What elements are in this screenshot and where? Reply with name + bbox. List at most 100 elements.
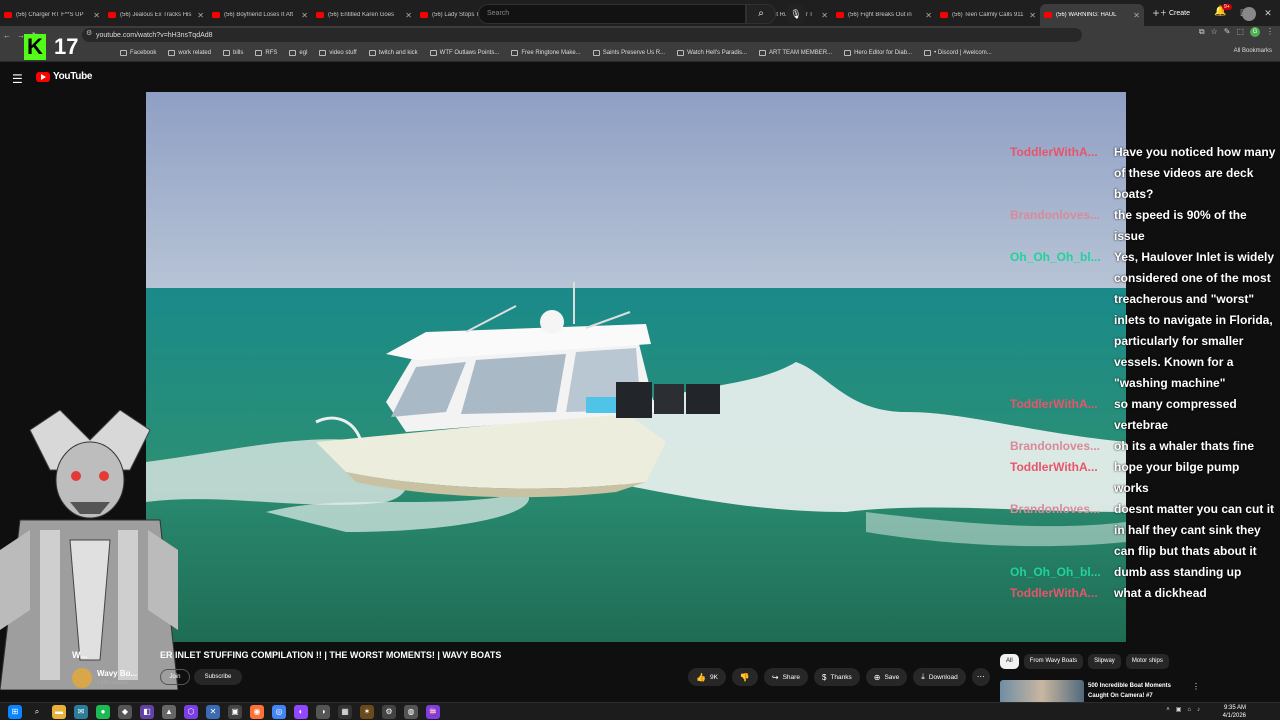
app-icon-2[interactable]: ◆ [118, 705, 132, 719]
app-icon-10[interactable]: ✶ [360, 705, 374, 719]
tab-close-icon[interactable]: ✕ [405, 11, 412, 20]
bookmark-item[interactable]: ART TEAM MEMBER... [759, 49, 832, 56]
bookmark-star-icon[interactable]: ☆ [1211, 27, 1218, 37]
chat-username[interactable]: Brandonloves... [1010, 436, 1114, 457]
extension-icon[interactable]: ✎ [1224, 27, 1231, 37]
bookmark-item[interactable]: work related [168, 49, 211, 56]
install-icon[interactable]: ⧉ [1199, 27, 1205, 37]
tab-close-icon[interactable]: ✕ [925, 11, 932, 20]
filter-chip[interactable]: All [1000, 654, 1019, 669]
join-button[interactable]: Join [160, 669, 190, 685]
chat-username[interactable]: ToddlerWithA... [1010, 583, 1114, 604]
tab-close-icon[interactable]: ✕ [301, 11, 308, 20]
app-icon-5[interactable]: ✕ [206, 705, 220, 719]
dislike-button[interactable]: 👎 [731, 668, 758, 686]
bookmark-item[interactable]: RFS [255, 49, 277, 56]
thanks-button[interactable]: $ Thanks [813, 668, 860, 686]
create-button[interactable]: ＋ Create [1160, 8, 1190, 18]
app-icon-3[interactable]: ▲ [162, 705, 176, 719]
app-icon-6[interactable]: ▣ [228, 705, 242, 719]
firefox-icon[interactable]: ◉ [250, 705, 264, 719]
bookmark-item[interactable]: Facebook [120, 49, 156, 56]
app-icon-1[interactable]: ● [96, 705, 110, 719]
volume-icon[interactable]: ♪ [1197, 707, 1200, 713]
search-input[interactable]: Search [478, 4, 746, 24]
chrome-icon[interactable]: ◎ [272, 705, 286, 719]
profile-avatar-icon[interactable]: G [1250, 27, 1260, 37]
browser-tab[interactable]: (56) Boyfriend Loses It Aft ✕ [208, 4, 312, 26]
menu-kebab-icon[interactable]: ⋮ [1266, 27, 1274, 37]
tab-close-icon[interactable]: ✕ [1133, 11, 1140, 20]
taskbar-clock[interactable]: 9:35 AM 4/1/2026 [1223, 704, 1246, 720]
download-button[interactable]: ⤓ Download [913, 668, 966, 686]
browser-tab[interactable]: (56) Teen Calmly Calls 911 ✕ [936, 4, 1040, 26]
chat-username[interactable]: Brandonloves... [1010, 499, 1114, 562]
save-button[interactable]: ⊕ Save [865, 668, 908, 686]
file-explorer-icon[interactable]: ▬ [52, 705, 66, 719]
bookmark-item[interactable]: bills [223, 49, 243, 56]
windows-start-icon[interactable]: ⊞ [8, 705, 22, 719]
browser-tab[interactable]: (56) Entitled Karen Goes ✕ [312, 4, 416, 26]
video-player[interactable] [146, 92, 1126, 642]
app-icon-8[interactable]: ◑ [316, 705, 330, 719]
app-icon-12[interactable]: ♒ [426, 705, 440, 719]
recommended-video-thumbnail[interactable] [1000, 680, 1084, 704]
tab-close-icon[interactable]: ✕ [821, 11, 828, 20]
bookmark-item[interactable]: Watch Hell's Paradis... [677, 49, 747, 56]
youtube-logo[interactable]: YouTube [36, 71, 93, 82]
tray-app-icon[interactable]: ▣ [1176, 706, 1182, 713]
bookmark-item[interactable]: twitch and kick [368, 49, 418, 56]
voice-search-button[interactable]: 🎙 [786, 4, 806, 24]
user-avatar[interactable] [1242, 7, 1256, 21]
tab-close-icon[interactable]: ✕ [1029, 11, 1036, 20]
tray-chevron-icon[interactable]: ˄ [1166, 707, 1170, 713]
tab-close-icon[interactable]: ✕ [93, 11, 100, 20]
settings-gear-icon[interactable]: ⚙ [382, 705, 396, 719]
close-window-icon[interactable]: ✕ [1256, 0, 1280, 26]
bookmark-item[interactable]: Free Ringtone Make... [511, 49, 581, 56]
like-button[interactable]: 👍 9K [688, 668, 726, 686]
bookmark-item[interactable]: Saints Preserve Us R... [592, 49, 665, 56]
bookmark-item[interactable]: egl [289, 49, 307, 56]
browser-tab[interactable]: (56) WARNING: HAUL ✕ [1040, 4, 1144, 26]
filter-chip[interactable]: Slipway [1088, 654, 1121, 669]
bookmark-item[interactable]: • Discord | #welcom... [924, 49, 992, 56]
chat-username[interactable]: ToddlerWithA... [1010, 394, 1114, 436]
browser-tab[interactable]: (56) Jealous Ex Tracks His ✕ [104, 4, 208, 26]
twitch-icon[interactable]: ◧ [140, 705, 154, 719]
bookmark-item[interactable]: Hero Editor for Diab... [844, 49, 912, 56]
recommended-video-menu-icon[interactable]: ⋮ [1192, 682, 1200, 691]
extensions-puzzle-icon[interactable]: ⬚ [1236, 27, 1244, 37]
search-button[interactable]: ⌕ [746, 4, 776, 24]
network-icon[interactable]: ⌂ [1187, 707, 1191, 713]
more-actions-icon[interactable]: ⋯ [971, 668, 990, 686]
filter-chip[interactable]: From Wavy Boats [1023, 654, 1084, 669]
browser-tab[interactable]: (56) Fight Breaks Out in ✕ [832, 4, 936, 26]
chat-username[interactable]: Oh_Oh_Oh_bl... [1010, 247, 1114, 394]
app-icon-11[interactable]: ◍ [404, 705, 418, 719]
subscribe-button[interactable]: Subscribe [194, 669, 242, 685]
bookmark-item[interactable]: video stuff [319, 49, 357, 56]
channel-name[interactable]: Wavy Bo... [97, 669, 137, 678]
share-button[interactable]: ↪ Share [763, 668, 808, 686]
recommended-video-title[interactable]: 500 Incredible Boat Moments Caught On Ca… [1088, 681, 1188, 701]
chat-username[interactable]: Brandonloves... [1010, 205, 1114, 247]
filter-chip[interactable]: Motor ships [1125, 654, 1169, 669]
taskbar-search-icon[interactable]: ⌕ [30, 705, 44, 719]
chat-username[interactable]: Oh_Oh_Oh_bl... [1010, 562, 1114, 583]
channel-avatar[interactable] [72, 668, 92, 688]
app-icon-9[interactable]: ▦ [338, 705, 352, 719]
hamburger-menu-icon[interactable]: ☰ [12, 72, 23, 86]
chat-username[interactable]: ToddlerWithA... [1010, 457, 1114, 499]
all-bookmarks[interactable]: All Bookmarks [1234, 48, 1272, 54]
browser-tab[interactable]: (56) Charger RT F**S UP ✕ [0, 4, 104, 26]
back-icon[interactable]: ← [0, 31, 14, 40]
site-info-icon[interactable]: ⚙ [86, 29, 92, 37]
tab-close-icon[interactable]: ✕ [197, 11, 204, 20]
chat-username[interactable]: ToddlerWithA... [1010, 142, 1114, 205]
url-bar[interactable]: youtube.com/watch?v=hH3nsTqdAd8 [82, 28, 1082, 42]
bookmark-item[interactable]: WTF Outlaws Points... [429, 49, 499, 56]
app-icon-4[interactable]: ⬡ [184, 705, 198, 719]
app-icon-7[interactable]: ◐ [294, 705, 308, 719]
mail-icon[interactable]: ✉ [74, 705, 88, 719]
